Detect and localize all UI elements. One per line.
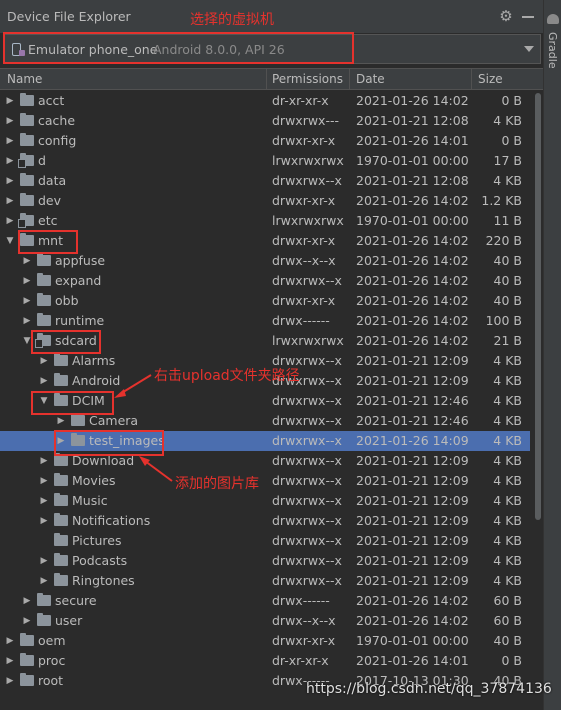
arrow-to-dcim [119, 374, 152, 395]
watermark: https://blog.csdn.net/qq_37874136 [306, 681, 552, 697]
annotation-arrows [114, 374, 173, 482]
arrow-head [114, 389, 126, 398]
arrow-to-test-images [144, 460, 173, 482]
